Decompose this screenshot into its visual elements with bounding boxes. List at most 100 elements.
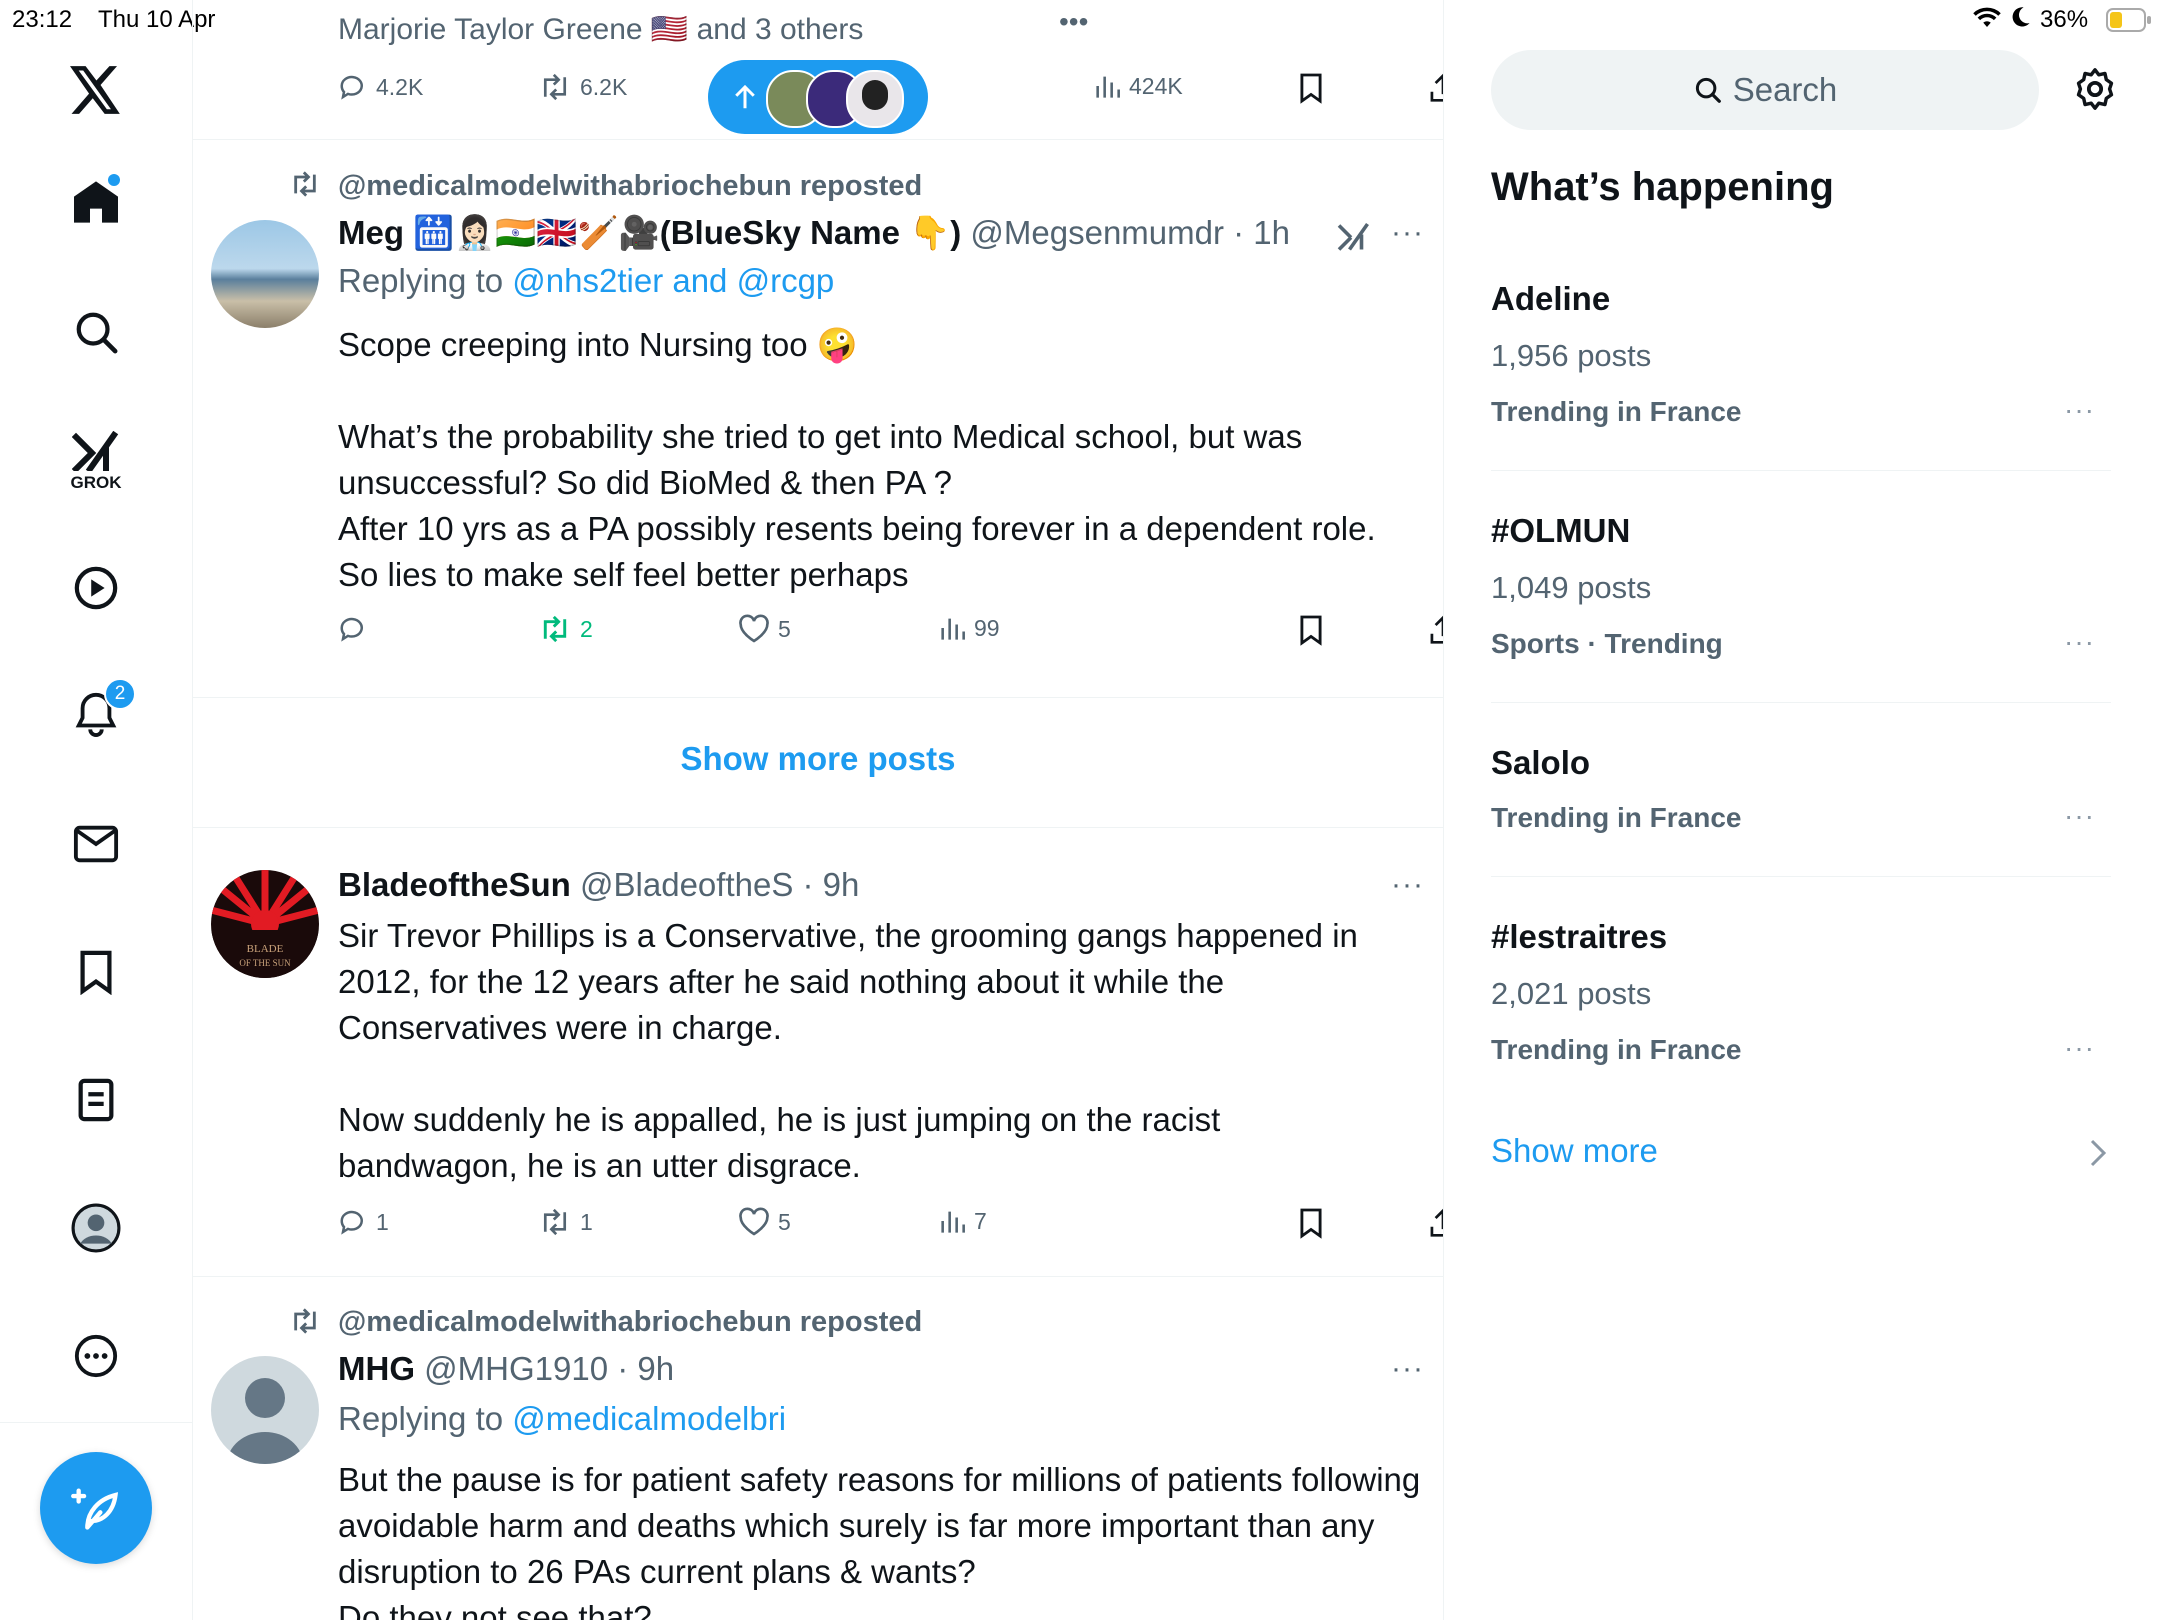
like-count: 5 <box>778 1208 791 1235</box>
divider <box>193 827 1443 828</box>
author-name[interactable]: Meg 🛗👩🏻‍⚕️🇮🇳🇬🇧🏏🎥(BlueSky Name 👇) <box>338 214 961 251</box>
trend-context: Trending in France <box>1491 1034 1742 1065</box>
bookmark-button[interactable] <box>1298 614 1332 646</box>
views-button[interactable]: 7 <box>938 1207 987 1235</box>
repost-button[interactable]: 2 <box>538 614 593 644</box>
notifications-badge: 2 <box>104 678 136 710</box>
views-chart-icon <box>941 1211 965 1233</box>
rail-divider <box>0 1422 192 1423</box>
trend-post-count: 2,021 posts <box>1491 976 1652 1011</box>
trend-title[interactable]: Salolo <box>1491 744 1590 782</box>
reply-button[interactable]: 1 <box>338 1207 389 1237</box>
bookmark-button[interactable] <box>1298 72 1332 104</box>
post-header: MHG @MHG1910 · 9h <box>338 1350 674 1388</box>
post-header: BladeoftheSun @BladeoftheS · 9h <box>338 866 859 904</box>
reply-icon <box>340 75 363 100</box>
search-icon <box>1695 77 1721 103</box>
search-input[interactable]: Search <box>1491 50 2039 130</box>
reply-icon <box>340 1210 363 1235</box>
avatar-text: BLADE <box>247 943 284 955</box>
moon-icon <box>2008 4 2032 37</box>
grok-icon[interactable]: GROK <box>64 424 128 500</box>
bookmark-icon <box>1300 73 1322 104</box>
pill-avatar <box>846 70 904 128</box>
share-button[interactable] <box>1428 1207 1443 1239</box>
views-count: 99 <box>974 614 1000 641</box>
share-button[interactable] <box>1428 614 1443 646</box>
video-play-icon[interactable] <box>64 556 128 620</box>
repost-count: 1 <box>580 1208 593 1235</box>
post-text: Scope creeping into Nursing too 🤪 What’s… <box>338 326 1376 593</box>
trend-more-icon[interactable]: ··· <box>2064 626 2095 658</box>
compose-post-button[interactable] <box>40 1452 152 1564</box>
chevron-right-icon[interactable] <box>2088 1138 2108 1173</box>
repost-button[interactable]: 1 <box>538 1207 593 1237</box>
share-icon <box>1430 73 1443 102</box>
reply-button[interactable]: 4.2K <box>338 72 423 102</box>
views-count: 424K <box>1129 72 1183 99</box>
author-name[interactable]: BladeoftheSun <box>338 866 571 903</box>
settings-gear-icon[interactable] <box>2072 66 2118 117</box>
battery-icon <box>2106 8 2152 39</box>
author-avatar[interactable]: BLADE OF THE SUN <box>211 870 319 978</box>
trend-title[interactable]: #lestraitres <box>1491 918 1667 956</box>
bookmark-button[interactable] <box>1298 1207 1332 1239</box>
author-name[interactable]: MHG <box>338 1350 415 1387</box>
share-icon <box>1430 615 1443 644</box>
bookmarks-icon[interactable] <box>64 940 128 1004</box>
trend-title[interactable]: #OLMUN <box>1491 512 1630 550</box>
like-button[interactable]: 5 <box>738 614 791 644</box>
repost-icon <box>543 1208 567 1236</box>
x-logo-icon[interactable] <box>64 58 128 122</box>
post-text: Sir Trevor Phillips is a Conservative, t… <box>338 917 1358 1184</box>
divider <box>193 697 1443 698</box>
views-chart-icon <box>1096 76 1120 98</box>
share-button[interactable] <box>1428 72 1443 104</box>
new-posts-pill[interactable] <box>708 60 928 134</box>
more-options-icon[interactable]: ··· <box>1391 1352 1424 1386</box>
post-actions: 2 5 99 <box>338 614 1443 654</box>
author-handle-time[interactable]: @Megsenmumdr · 1h <box>970 214 1290 251</box>
trend-more-icon[interactable]: ··· <box>2064 1032 2095 1064</box>
show-more-posts-link[interactable]: Show more posts <box>193 740 1443 778</box>
divider <box>1491 876 2111 877</box>
author-avatar[interactable] <box>211 1356 319 1464</box>
bookmark-icon <box>1300 1208 1322 1239</box>
trend-more-icon[interactable]: ··· <box>2064 800 2095 832</box>
trend-more-icon[interactable]: ··· <box>2064 394 2095 426</box>
repost-count: 2 <box>580 615 593 642</box>
author-handle-time[interactable]: @BladeoftheS · 9h <box>580 866 859 903</box>
trend-context: Trending in France <box>1491 396 1742 427</box>
author-handle-time[interactable]: @MHG1910 · 9h <box>424 1350 674 1387</box>
author-avatar[interactable] <box>211 220 319 328</box>
search-icon[interactable] <box>64 300 128 364</box>
trend-context: Sports · Trending <box>1491 628 1723 659</box>
views-button[interactable]: 99 <box>938 614 1000 642</box>
reply-button[interactable] <box>338 614 376 644</box>
repost-indicator-icon <box>288 170 322 203</box>
post-header: Meg 🛗👩🏻‍⚕️🇮🇳🇬🇧🏏🎥(BlueSky Name 👇) @Megsen… <box>338 214 1290 253</box>
replying-to-line: Replying to @nhs2tier and @rcgp <box>338 262 834 300</box>
more-options-icon[interactable]: ··· <box>1391 216 1424 250</box>
replying-to-mentions[interactable]: @nhs2tier and @rcgp <box>512 262 834 299</box>
repost-button[interactable]: 6.2K <box>538 72 627 102</box>
reply-count: 1 <box>376 1208 389 1235</box>
grok-icon[interactable] <box>1336 218 1372 259</box>
more-options-icon[interactable]: ••• <box>1059 6 1088 38</box>
notifications-bell-icon[interactable]: 2 <box>64 678 136 746</box>
more-options-icon[interactable]: ··· <box>1391 868 1424 902</box>
lists-icon[interactable] <box>64 1068 128 1132</box>
profile-avatar-icon[interactable] <box>64 1196 128 1260</box>
more-options-icon[interactable] <box>64 1324 128 1388</box>
messages-envelope-icon[interactable] <box>64 812 128 876</box>
trend-title[interactable]: Adeline <box>1491 280 1610 318</box>
timeline-feed: Marjorie Taylor Greene 🇺🇸 and 3 others •… <box>193 0 1444 1620</box>
home-icon[interactable] <box>64 170 128 234</box>
svg-text:OF THE SUN: OF THE SUN <box>239 958 291 968</box>
replying-to-mentions[interactable]: @medicalmodelbri <box>512 1400 786 1437</box>
post-text: But the pause is for patient safety reas… <box>338 1461 1421 1620</box>
like-button[interactable]: 5 <box>738 1207 791 1237</box>
views-button[interactable]: 424K <box>1093 72 1183 100</box>
show-more-trends-link[interactable]: Show more <box>1491 1132 1658 1170</box>
wifi-icon <box>1972 4 2002 37</box>
